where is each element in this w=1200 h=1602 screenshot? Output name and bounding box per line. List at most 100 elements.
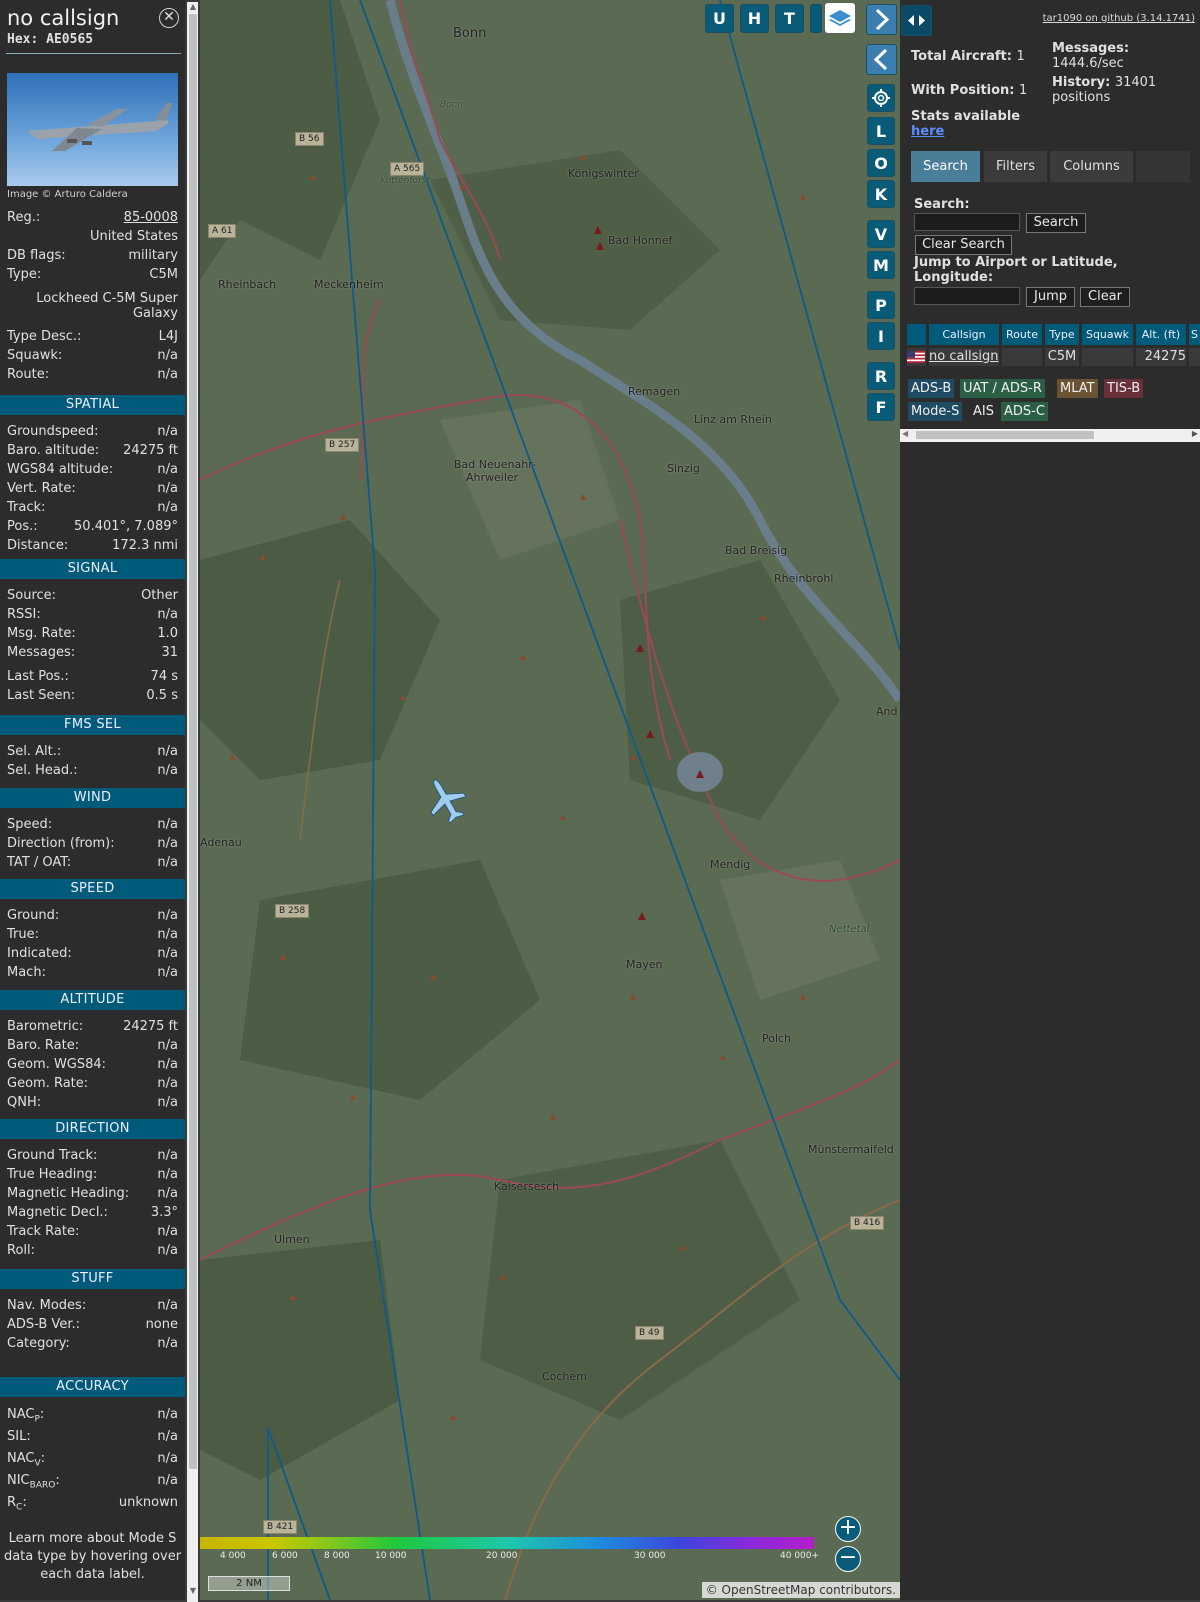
detail-label[interactable]: NICBARO: — [7, 1473, 60, 1491]
collapse-left-button[interactable] — [866, 44, 897, 75]
column-header-speed[interactable]: S — [1189, 324, 1200, 345]
scroll-up-icon[interactable]: ▲ — [188, 2, 198, 12]
detail-label[interactable]: Baro. Rate: — [7, 1038, 79, 1053]
toggle-f-button[interactable]: F — [867, 393, 895, 421]
toggle-k-button[interactable]: K — [867, 180, 895, 208]
detail-label[interactable]: Ground Track: — [7, 1148, 97, 1163]
toggle-o-button[interactable]: O — [867, 149, 895, 177]
image-credit: Image © Arturo Caldera — [7, 189, 128, 200]
detail-label[interactable]: Category: — [7, 1336, 70, 1351]
github-link[interactable]: tar1090 on github (3.14.1741) — [1043, 13, 1195, 24]
tab-columns[interactable]: Columns — [1050, 151, 1133, 182]
toggle-u-button[interactable]: U — [705, 4, 734, 33]
jump-button[interactable]: Jump — [1026, 287, 1075, 307]
tab-search[interactable]: Search — [911, 151, 980, 182]
tab-filters[interactable]: Filters — [984, 151, 1047, 182]
detail-label[interactable]: Messages: — [7, 645, 75, 660]
close-icon[interactable]: ✕ — [159, 8, 179, 28]
jump-input[interactable] — [914, 287, 1020, 305]
column-header-route[interactable]: Route — [1002, 324, 1042, 345]
clear-button[interactable]: Clear — [1080, 287, 1130, 307]
search-button[interactable]: Search — [1026, 213, 1086, 233]
settings-button[interactable] — [867, 84, 895, 112]
detail-label[interactable]: Vert. Rate: — [7, 481, 76, 496]
aircraft-marker-icon[interactable] — [425, 775, 467, 825]
detail-label[interactable]: Barometric: — [7, 1019, 83, 1034]
column-header-flag[interactable] — [907, 324, 926, 345]
detail-label[interactable]: Magnetic Heading: — [7, 1186, 129, 1201]
zoom-in-button[interactable]: + — [835, 1516, 861, 1542]
detail-label[interactable]: Geom. Rate: — [7, 1076, 88, 1091]
detail-label[interactable]: Nav. Modes: — [7, 1298, 86, 1313]
column-header-squawk[interactable]: Squawk — [1082, 324, 1133, 345]
detail-label[interactable]: True: — [7, 927, 39, 942]
detail-label[interactable]: Last Seen: — [7, 688, 75, 703]
map[interactable]: Bonn Königswinter Bad Honnef Rheinbach Mecke… — [200, 0, 900, 1600]
detail-label[interactable]: NACP: — [7, 1407, 44, 1425]
layers-button[interactable] — [825, 3, 855, 33]
detail-label[interactable]: Mach: — [7, 965, 46, 980]
detail-label[interactable]: WGS84 altitude: — [7, 462, 113, 477]
detail-label[interactable]: Msg. Rate: — [7, 626, 76, 641]
detail-label[interactable]: Ground: — [7, 908, 59, 923]
toggle-sidebar-button[interactable] — [901, 5, 932, 36]
column-header-callsign[interactable]: Callsign — [929, 324, 999, 345]
search-input[interactable] — [914, 213, 1020, 231]
column-header-type[interactable]: Type — [1045, 324, 1079, 345]
detail-label[interactable]: Sel. Alt.: — [7, 744, 61, 759]
detail-label[interactable]: TAT / OAT: — [7, 855, 71, 870]
detail-label[interactable]: RC: — [7, 1495, 27, 1513]
detail-label[interactable]: SIL: — [7, 1429, 31, 1444]
detail-label[interactable]: Groundspeed: — [7, 424, 98, 439]
toggle-v-button[interactable]: V — [867, 220, 895, 248]
detail-label[interactable]: True Heading: — [7, 1167, 97, 1182]
column-header-altitude[interactable]: Alt. (ft) — [1136, 324, 1186, 345]
registration-link[interactable]: 85-0008 — [124, 210, 178, 225]
detail-label[interactable]: Roll: — [7, 1243, 35, 1258]
detail-label[interactable]: Track: — [7, 500, 45, 515]
detail-label[interactable]: Source: — [7, 588, 56, 603]
place-label: Mayen — [626, 958, 663, 971]
detail-label[interactable]: Baro. altitude: — [7, 443, 99, 458]
messages-value: 1444.6/sec — [1052, 56, 1124, 71]
detail-value: 74 s — [150, 669, 178, 684]
toggle-l-button[interactable]: L — [867, 117, 895, 145]
expand-right-button[interactable] — [866, 4, 897, 35]
callsign-cell[interactable]: no callsign — [929, 348, 999, 366]
scroll-left-icon[interactable]: ◀ — [902, 429, 908, 438]
toggle-r-button[interactable]: R — [867, 362, 895, 390]
detail-label[interactable]: Geom. WGS84: — [7, 1057, 106, 1072]
toggle-h-button[interactable]: H — [740, 4, 769, 33]
detail-label[interactable]: Pos.: — [7, 519, 38, 534]
detail-label[interactable]: Distance: — [7, 538, 68, 553]
detail-label[interactable]: Speed: — [7, 817, 52, 832]
info-panel-scrollbar-thumb[interactable] — [189, 14, 197, 1469]
detail-label[interactable]: Indicated: — [7, 946, 72, 961]
aircraft-photo[interactable] — [7, 73, 178, 186]
detail-label[interactable]: Last Pos.: — [7, 669, 69, 684]
toggle-m-button[interactable]: M — [867, 251, 895, 279]
toggle-e-button[interactable] — [810, 4, 822, 33]
table-horizontal-scrollbar[interactable]: ◀ ▶ — [900, 429, 1200, 442]
legend-tick: 4 000 — [220, 1551, 246, 1561]
toggle-i-button[interactable]: I — [867, 322, 895, 350]
detail-label[interactable]: QNH: — [7, 1095, 41, 1110]
toggle-t-button[interactable]: T — [775, 4, 804, 33]
detail-label[interactable]: NACV: — [7, 1451, 45, 1469]
detail-label[interactable]: Track Rate: — [7, 1224, 79, 1239]
detail-label[interactable]: Magnetic Decl.: — [7, 1205, 108, 1220]
clear-search-button[interactable]: Clear Search — [915, 235, 1012, 255]
detail-label[interactable]: ADS-B Ver.: — [7, 1317, 80, 1332]
scroll-down-icon[interactable]: ▼ — [188, 1586, 198, 1596]
stats-here-link[interactable]: here — [911, 124, 944, 139]
zoom-out-button[interactable]: − — [835, 1546, 861, 1572]
detail-label[interactable]: Direction (from): — [7, 836, 115, 851]
table-scrollbar-thumb[interactable] — [916, 431, 1094, 439]
section-header-signal: SIGNAL — [0, 559, 185, 579]
toggle-p-button[interactable]: P — [867, 291, 895, 319]
total-aircraft-label: Total Aircraft: — [911, 49, 1012, 64]
detail-label[interactable]: RSSI: — [7, 607, 41, 622]
scroll-right-icon[interactable]: ▶ — [1192, 429, 1198, 438]
detail-label[interactable]: Sel. Head.: — [7, 763, 78, 778]
openstreetmap-link[interactable]: OpenStreetMap — [722, 1583, 816, 1597]
